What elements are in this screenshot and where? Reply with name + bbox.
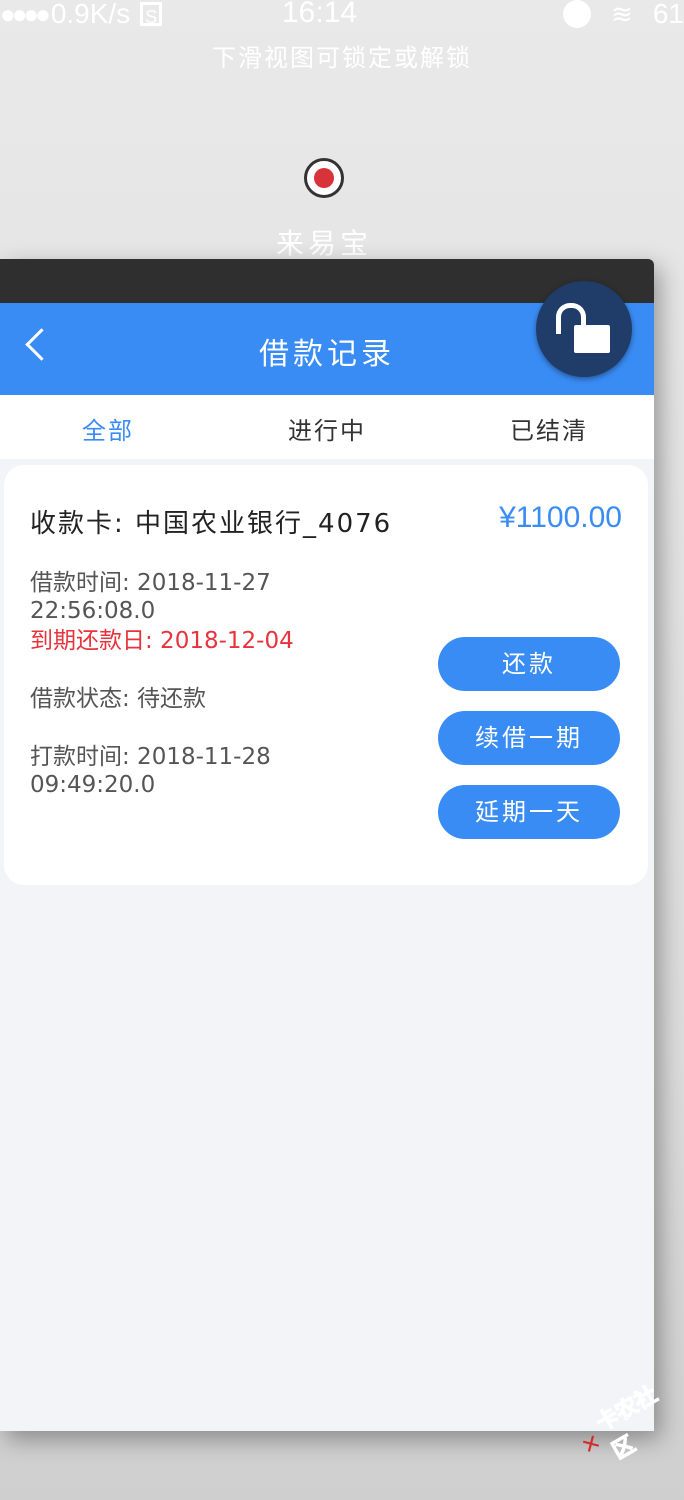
renew-button[interactable]: 续借一期 (438, 711, 620, 765)
loan-record-card: 收款卡: 中国农业银行_4076 ¥1100.00 借款时间: 2018-11-… (4, 465, 648, 885)
app-window[interactable]: 借款记录 全部 进行中 已结清 收款卡: 中国农业银行_4076 ¥1100.0… (0, 259, 654, 1431)
app-name: 来易宝 (275, 227, 372, 260)
transfer-time-line1: 打款时间: 2018-11-28 (30, 744, 271, 770)
signal-icon: ●●●● (0, 0, 51, 29)
loan-amount: ¥1100.00 (499, 501, 622, 534)
loan-status: 借款状态: 待还款 (30, 686, 207, 712)
transfer-time: 打款时间: 2018-11-28 09:49:20.0 (30, 743, 271, 799)
loan-time-line1: 借款时间: 2018-11-27 (30, 570, 271, 596)
loan-time-line2: 22:56:08.0 (30, 598, 156, 624)
alarm-icon (563, 0, 592, 28)
tab-settled[interactable]: 已结清 (510, 411, 588, 446)
s-app-icon: S (140, 2, 163, 27)
loan-time: 借款时间: 2018-11-27 22:56:08.0 (30, 569, 271, 625)
lock-hint: 下滑视图可锁定或解锁 (212, 44, 472, 72)
tab-bar: 全部 进行中 已结清 (0, 395, 654, 459)
status-right: ≋ 61 (563, 0, 684, 30)
unlock-button[interactable] (536, 281, 632, 377)
network-speed: 0.9K/s (50, 0, 131, 29)
due-date: 到期还款日: 2018-12-04 (30, 628, 294, 654)
wifi-icon: ≋ (611, 0, 633, 29)
status-left: ●●●● 0.9K/s S (0, 0, 163, 30)
transfer-time-line2: 09:49:20.0 (30, 772, 156, 798)
clock: 16:14 (282, 0, 358, 29)
tab-in-progress[interactable]: 进行中 (288, 411, 366, 446)
app-logo-icon (304, 158, 344, 198)
status-bar: ●●●● 0.9K/s S 16:14 ≋ 61 (0, 0, 684, 32)
lock-body-icon (574, 325, 610, 353)
bank-card-label: 收款卡: 中国农业银行_4076 (30, 509, 393, 539)
tab-all[interactable]: 全部 (82, 411, 134, 446)
extend-button[interactable]: 延期一天 (438, 785, 620, 839)
repay-button[interactable]: 还款 (438, 637, 620, 691)
battery-level: 61 (652, 0, 684, 29)
